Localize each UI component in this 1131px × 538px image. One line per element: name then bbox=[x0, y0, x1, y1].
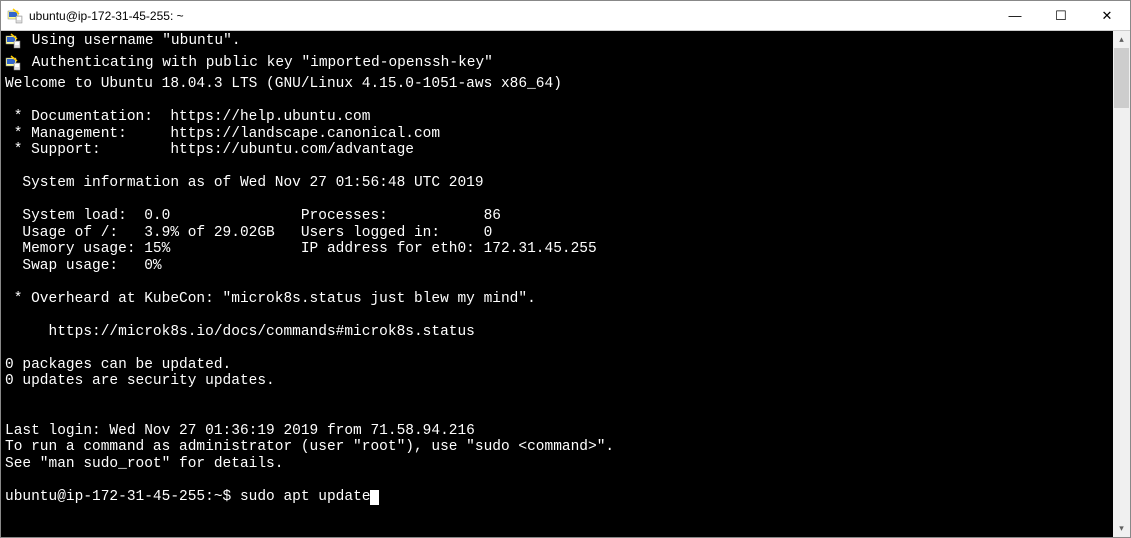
terminal[interactable]: Using username "ubuntu". Authenticating … bbox=[1, 31, 1113, 537]
prompt: ubuntu@ip-172-31-45-255:~$ bbox=[5, 489, 240, 505]
terminal-line: Using username "ubuntu". bbox=[23, 33, 241, 55]
putty-line-icon bbox=[5, 33, 21, 55]
titlebar[interactable]: ubuntu@ip-172-31-45-255: ~ — ☐ ✕ bbox=[1, 1, 1130, 31]
putty-icon bbox=[7, 8, 23, 24]
window-title: ubuntu@ip-172-31-45-255: ~ bbox=[29, 9, 992, 23]
scroll-down-arrow[interactable]: ▾ bbox=[1113, 520, 1130, 537]
scrollbar[interactable]: ▴ ▾ bbox=[1113, 31, 1130, 537]
maximize-button[interactable]: ☐ bbox=[1038, 1, 1084, 30]
close-button[interactable]: ✕ bbox=[1084, 1, 1130, 30]
terminal-body: Welcome to Ubuntu 18.04.3 LTS (GNU/Linux… bbox=[5, 76, 614, 472]
terminal-line: Authenticating with public key "imported… bbox=[23, 55, 493, 77]
putty-line-icon bbox=[5, 55, 21, 77]
scroll-up-arrow[interactable]: ▴ bbox=[1113, 31, 1130, 48]
window-controls: — ☐ ✕ bbox=[992, 1, 1130, 30]
scrollbar-thumb[interactable] bbox=[1114, 48, 1129, 108]
cursor bbox=[370, 490, 379, 505]
minimize-button[interactable]: — bbox=[992, 1, 1038, 30]
terminal-wrapper: Using username "ubuntu". Authenticating … bbox=[1, 31, 1130, 537]
command-input[interactable]: sudo apt update bbox=[240, 489, 371, 505]
